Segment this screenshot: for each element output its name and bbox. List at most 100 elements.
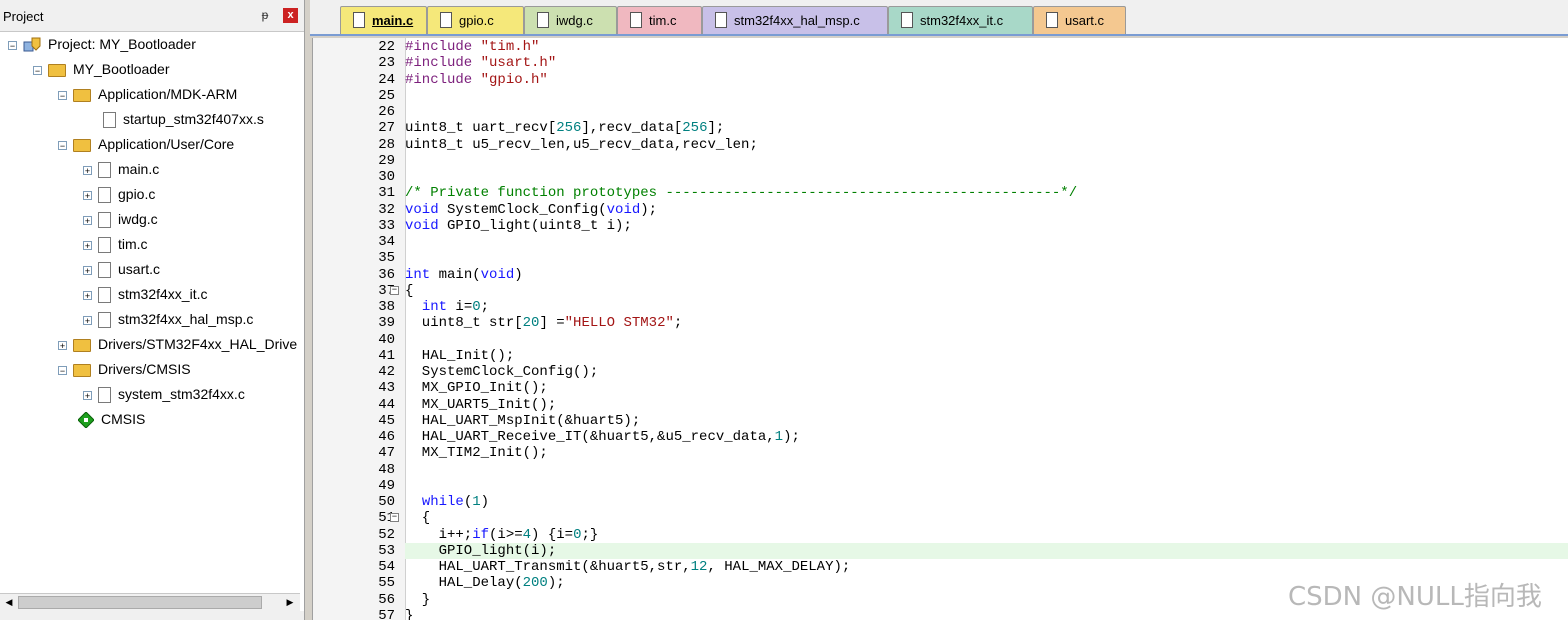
code-line[interactable]: 54 HAL_UART_Transmit(&huart5,str,12, HAL… [313, 559, 1568, 575]
tree-item[interactable]: CMSIS [77, 409, 145, 430]
code-line[interactable]: 30 [313, 169, 1568, 185]
line-number: 39 [378, 315, 395, 332]
expand-icon[interactable]: + [83, 165, 92, 175]
line-number: 47 [378, 445, 395, 462]
tree-item[interactable]: − Drivers/CMSIS [58, 359, 191, 379]
file-icon [1046, 12, 1058, 28]
tree-item[interactable]: − Application/MDK-ARM [58, 84, 237, 104]
folder-icon [73, 338, 91, 352]
tab-stm32f4xx-hal-msp-c[interactable]: stm32f4xx_hal_msp.c [702, 6, 888, 34]
expand-icon[interactable]: + [83, 290, 92, 300]
code-line[interactable]: 32 void SystemClock_Config(void); [313, 202, 1568, 218]
code-line[interactable]: 47 MX_TIM2_Init(); [313, 445, 1568, 461]
code-line[interactable]: 41 HAL_Init(); [313, 348, 1568, 364]
code-line[interactable]: 39 uint8_t str[20] ="HELLO STM32"; [313, 315, 1568, 331]
code-line[interactable]: 28 uint8_t u5_recv_len,u5_recv_data,recv_… [313, 137, 1568, 153]
code-line[interactable]: 33 void GPIO_light(uint8_t i); [313, 218, 1568, 234]
tree-item[interactable]: + Drivers/STM32F4xx_HAL_Drive [58, 334, 297, 354]
code-line[interactable]: 34 [313, 234, 1568, 250]
tab-tim-c[interactable]: tim.c [617, 6, 702, 34]
tree-item[interactable]: − Project: MY_Bootloader [8, 34, 196, 54]
line-number: 36 [378, 266, 395, 283]
pin-icon[interactable]: ᵽ [258, 8, 272, 22]
file-icon [440, 12, 452, 28]
code-line[interactable]: 40 [313, 332, 1568, 348]
tree-item[interactable]: + stm32f4xx_it.c [83, 284, 207, 304]
tab-main-c[interactable]: main.c [340, 6, 427, 34]
tab-stm32f4xx-it-c[interactable]: stm32f4xx_it.c [888, 6, 1033, 34]
code-line[interactable]: 45 HAL_UART_MspInit(&huart5); [313, 413, 1568, 429]
line-number: 54 [378, 559, 395, 575]
close-pane-button[interactable]: x [283, 8, 298, 23]
code-line[interactable]: 52 i++;if(i>=4) {i=0;} [313, 527, 1568, 543]
project-pane: Project ᵽ x − Project: MY_Bootloader − MY_B… [0, 0, 305, 620]
tab-gpio-c[interactable]: gpio.c [427, 6, 524, 34]
code-line[interactable]: 49 [313, 478, 1568, 494]
expand-icon[interactable]: + [83, 265, 92, 275]
code-text: GPIO_light(i); [405, 542, 557, 559]
code-line[interactable]: 53 GPIO_light(i); [313, 542, 1568, 559]
fold-collapse-icon[interactable]: − [390, 285, 399, 295]
collapse-icon[interactable]: − [58, 140, 67, 150]
tree-item[interactable]: + tim.c [83, 234, 148, 254]
code-line[interactable]: 44 MX_UART5_Init(); [313, 397, 1568, 413]
collapse-icon[interactable]: − [58, 365, 67, 375]
tab-iwdg-c[interactable]: iwdg.c [524, 6, 617, 34]
code-line[interactable]: 27 uint8_t uart_recv[256],recv_data[256]; [313, 120, 1568, 136]
code-line[interactable]: 36 int main(void) [313, 267, 1568, 283]
tree-item[interactable]: + system_stm32f4xx.c [83, 384, 245, 404]
code-text: { [405, 510, 431, 527]
tree-item[interactable]: − MY_Bootloader [33, 59, 170, 79]
tree-item[interactable]: + gpio.c [83, 184, 155, 204]
code-line[interactable]: 23 #include "usart.h" [313, 55, 1568, 71]
folder-icon [73, 363, 91, 377]
code-line[interactable]: 31 /* Private function prototypes -------… [313, 185, 1568, 201]
expand-icon[interactable]: + [83, 240, 92, 250]
code-line[interactable]: 46 HAL_UART_Receive_IT(&huart5,&u5_recv_… [313, 429, 1568, 445]
code-text: MX_TIM2_Init(); [405, 445, 548, 462]
collapse-icon[interactable]: − [33, 65, 42, 75]
code-line[interactable]: 29 [313, 153, 1568, 169]
code-line[interactable]: 38 int i=0; [313, 299, 1568, 315]
line-number: 29 [378, 152, 395, 169]
horizontal-scrollbar[interactable]: ◀ ▶ [0, 593, 300, 611]
expand-icon[interactable]: + [83, 390, 92, 400]
scroll-right-icon[interactable]: ▶ [283, 596, 297, 609]
collapse-icon[interactable]: − [8, 40, 17, 50]
tab-usart-c[interactable]: usart.c [1033, 6, 1126, 34]
tree-item[interactable]: + usart.c [83, 259, 160, 279]
code-text: void GPIO_light(uint8_t i); [405, 217, 632, 234]
code-line[interactable]: 35 [313, 250, 1568, 266]
scroll-thumb[interactable] [18, 596, 262, 609]
file-icon [715, 12, 727, 28]
code-line[interactable]: 51− { [313, 510, 1568, 526]
code-line[interactable]: 43 MX_GPIO_Init(); [313, 380, 1568, 396]
expand-icon[interactable]: + [58, 340, 67, 350]
file-icon [98, 387, 111, 404]
code-text: #include "tim.h" [405, 39, 540, 55]
tree-item-label: MY_Bootloader [73, 61, 170, 77]
tree-item[interactable]: + stm32f4xx_hal_msp.c [83, 309, 253, 329]
collapse-icon[interactable]: − [58, 90, 67, 100]
code-line[interactable]: 22 #include "tim.h" [313, 39, 1568, 55]
tab-label: usart.c [1065, 13, 1105, 28]
tree-item-label: startup_stm32f407xx.s [123, 111, 264, 127]
watermark: CSDN @NULL指向我 [1288, 582, 1542, 612]
fold-collapse-icon[interactable]: − [390, 513, 399, 523]
code-line[interactable]: 24 #include "gpio.h" [313, 72, 1568, 88]
code-line[interactable]: 25 [313, 88, 1568, 104]
code-line[interactable]: 50 while(1) [313, 494, 1568, 510]
scroll-left-icon[interactable]: ◀ [2, 596, 16, 609]
code-line[interactable]: 48 [313, 462, 1568, 478]
expand-icon[interactable]: + [83, 190, 92, 200]
code-line[interactable]: 37−{ [313, 283, 1568, 299]
code-line[interactable]: 26 [313, 104, 1568, 120]
tree-item[interactable]: + main.c [83, 159, 159, 179]
expand-icon[interactable]: + [83, 315, 92, 325]
expand-icon[interactable]: + [83, 215, 92, 225]
tree-item[interactable]: + iwdg.c [83, 209, 158, 229]
tree-item[interactable]: startup_stm32f407xx.s [103, 109, 264, 129]
code-line[interactable]: 42 SystemClock_Config(); [313, 364, 1568, 380]
tree-item[interactable]: − Application/User/Core [58, 134, 234, 154]
code-editor[interactable]: 22 #include "tim.h" 23 #include "usart.h" 24… [312, 38, 1568, 620]
